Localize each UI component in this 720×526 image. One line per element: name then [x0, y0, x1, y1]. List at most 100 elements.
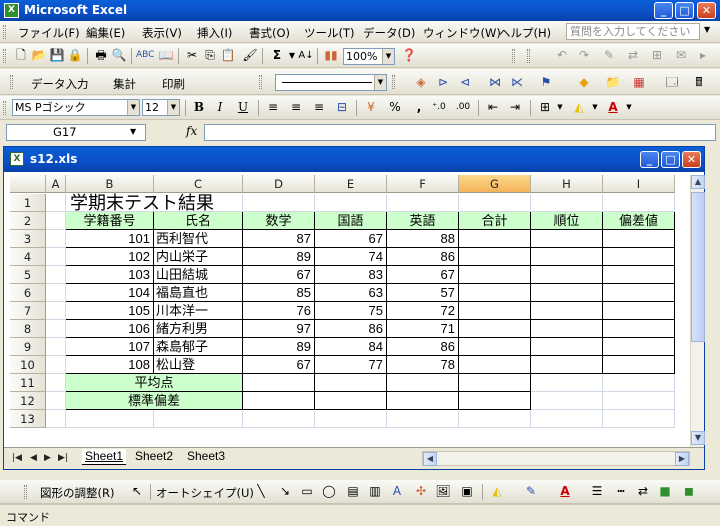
table-cell[interactable]: 104: [66, 284, 154, 302]
header-cell[interactable]: 氏名: [154, 212, 243, 230]
table-cell[interactable]: 山田結城: [154, 266, 243, 284]
table-cell[interactable]: [459, 302, 531, 320]
minimize-button[interactable]: _: [654, 2, 673, 19]
tab-sheet3[interactable]: Sheet3: [184, 449, 228, 465]
table-cell[interactable]: 西利智代: [154, 230, 243, 248]
row-header-13[interactable]: 13: [10, 410, 46, 428]
table-cell[interactable]: 101: [66, 230, 154, 248]
row-header-11[interactable]: 11: [10, 374, 46, 392]
help-icon[interactable]: ❓: [400, 47, 418, 64]
review-icon[interactable]: ⊞: [648, 47, 666, 64]
circle-invalid-icon[interactable]: ▦: [630, 74, 648, 91]
scroll-left-icon[interactable]: ◀: [423, 452, 437, 466]
table-cell[interactable]: [459, 248, 531, 266]
cell[interactable]: [66, 410, 154, 428]
table-cell[interactable]: [603, 356, 675, 374]
toolbar-grip[interactable]: [3, 49, 6, 63]
table-cell[interactable]: 内山栄子: [154, 248, 243, 266]
row-header-10[interactable]: 10: [10, 356, 46, 374]
align-left-icon[interactable]: ≡: [264, 99, 282, 116]
cell[interactable]: [46, 194, 66, 212]
format-painter-icon[interactable]: 🖌: [241, 47, 259, 64]
diagram-icon[interactable]: ✣: [412, 483, 430, 500]
ask-dropdown-icon[interactable]: ▼: [704, 25, 710, 34]
cell[interactable]: [315, 194, 387, 212]
horizontal-scrollbar[interactable]: ◀ ▶: [422, 451, 690, 466]
merge-center-icon[interactable]: ⊟: [333, 99, 351, 116]
font-color-icon[interactable]: A: [556, 483, 574, 500]
cell[interactable]: [459, 194, 531, 212]
line-style-icon[interactable]: ☰: [588, 483, 606, 500]
menu-help[interactable]: ヘルプ(H): [499, 25, 551, 41]
last-sheet-icon[interactable]: ▶|: [58, 453, 68, 463]
arrow-style-icon[interactable]: ⇄: [634, 483, 652, 500]
table-cell[interactable]: 72: [387, 302, 459, 320]
decrease-decimal-icon[interactable]: .00: [454, 99, 472, 116]
sort-ascending-icon[interactable]: A↓: [297, 47, 315, 64]
table-cell[interactable]: 103: [66, 266, 154, 284]
scroll-right-icon[interactable]: ▶: [675, 452, 689, 466]
table-cell[interactable]: 77: [315, 356, 387, 374]
ask-question-input[interactable]: 質問を入力してください: [566, 23, 700, 40]
table-cell[interactable]: 松山登: [154, 356, 243, 374]
table-cell[interactable]: [603, 338, 675, 356]
line-color-icon[interactable]: ✎: [522, 483, 540, 500]
cell[interactable]: [603, 410, 675, 428]
oval-icon[interactable]: ◯: [320, 483, 338, 500]
table-cell[interactable]: 67: [387, 266, 459, 284]
table-cell[interactable]: [459, 320, 531, 338]
cell[interactable]: [315, 410, 387, 428]
warning-icon[interactable]: ◆: [575, 74, 593, 91]
column-header-g[interactable]: G: [459, 175, 531, 193]
spreadsheet-grid[interactable]: A B C D E F G H I 1 2 3 4 5 6 7 8 9 10 11 12 13 学期末テスト結果 学籍番号 氏名…: [10, 175, 690, 447]
summary-cell[interactable]: [243, 392, 315, 410]
cell[interactable]: [46, 338, 66, 356]
row-header-9[interactable]: 9: [10, 338, 46, 356]
align-right-icon[interactable]: ≡: [310, 99, 328, 116]
cut-icon[interactable]: ✂: [183, 47, 201, 64]
picture-icon[interactable]: ▣: [458, 483, 476, 500]
table-cell[interactable]: 89: [243, 338, 315, 356]
wb-restore-button[interactable]: □: [661, 151, 680, 168]
sheet-title[interactable]: 学期末テスト結果: [66, 194, 214, 212]
wb-close-button[interactable]: ✕: [682, 151, 701, 168]
menu-tools[interactable]: ツール(T): [304, 25, 355, 41]
font-select[interactable]: MS Pゴシック ▼: [12, 99, 140, 116]
spelling-icon[interactable]: ABC: [136, 47, 154, 64]
chevron-down-icon[interactable]: ▼: [551, 99, 569, 116]
table-cell[interactable]: 67: [243, 266, 315, 284]
cell[interactable]: [531, 194, 603, 212]
comment-icon[interactable]: ✉: [672, 47, 690, 64]
menu-edit[interactable]: 編集(E): [86, 25, 125, 41]
zoom-select[interactable]: 100% ▼: [343, 48, 395, 65]
bold-button[interactable]: B: [190, 99, 208, 116]
print-button[interactable]: 印刷: [162, 76, 185, 92]
header-cell[interactable]: 合計: [459, 212, 531, 230]
cell[interactable]: [46, 230, 66, 248]
evaluate-icon[interactable]: 🖩: [690, 74, 708, 91]
table-cell[interactable]: 108: [66, 356, 154, 374]
error-trace-icon[interactable]: ⚑: [537, 74, 555, 91]
table-cell[interactable]: 74: [315, 248, 387, 266]
scroll-up-icon[interactable]: ▲: [691, 175, 705, 189]
cell[interactable]: [387, 194, 459, 212]
scroll-down-icon[interactable]: ▼: [691, 431, 705, 445]
permission-icon[interactable]: 🔒: [66, 47, 84, 64]
cell[interactable]: [243, 410, 315, 428]
table-cell[interactable]: 川本洋一: [154, 302, 243, 320]
scroll-thumb[interactable]: [691, 192, 705, 342]
cell[interactable]: [46, 248, 66, 266]
watch-window-icon[interactable]: 🗔: [663, 74, 681, 91]
comment-folder-icon[interactable]: 📁: [604, 74, 622, 91]
header-cell[interactable]: 数学: [243, 212, 315, 230]
cell[interactable]: [46, 374, 66, 392]
table-cell[interactable]: [459, 266, 531, 284]
column-header-f[interactable]: F: [387, 175, 459, 193]
row-header-3[interactable]: 3: [10, 230, 46, 248]
table-cell[interactable]: [603, 320, 675, 338]
table-cell[interactable]: 102: [66, 248, 154, 266]
table-cell[interactable]: [531, 356, 603, 374]
menu-insert[interactable]: 挿入(I): [197, 25, 232, 41]
trace-precedents-icon[interactable]: ⊳: [434, 74, 452, 91]
table-cell[interactable]: 76: [243, 302, 315, 320]
